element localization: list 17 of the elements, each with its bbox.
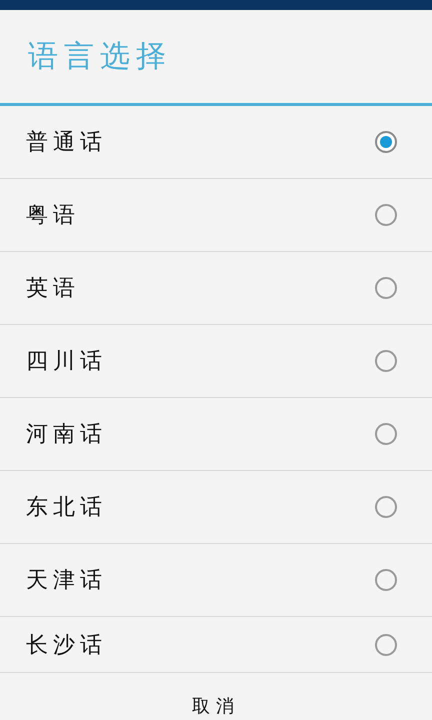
language-option[interactable]: 天津话 — [0, 544, 432, 617]
radio-button[interactable] — [375, 569, 397, 591]
dialog-title: 语言选择 — [28, 38, 172, 76]
radio-button[interactable] — [375, 423, 397, 445]
language-option[interactable]: 东北话 — [0, 471, 432, 544]
language-option[interactable]: 英语 — [0, 252, 432, 325]
language-option[interactable]: 长沙话 — [0, 617, 432, 673]
language-option[interactable]: 河南话 — [0, 398, 432, 471]
radio-button[interactable] — [375, 131, 397, 153]
language-option[interactable]: 普通话 — [0, 106, 432, 179]
language-option[interactable]: 粤语 — [0, 179, 432, 252]
radio-button[interactable] — [375, 204, 397, 226]
radio-button[interactable] — [375, 496, 397, 518]
radio-button[interactable] — [375, 634, 397, 656]
radio-button[interactable] — [375, 277, 397, 299]
language-option[interactable]: 四川话 — [0, 325, 432, 398]
radio-button[interactable] — [375, 350, 397, 372]
